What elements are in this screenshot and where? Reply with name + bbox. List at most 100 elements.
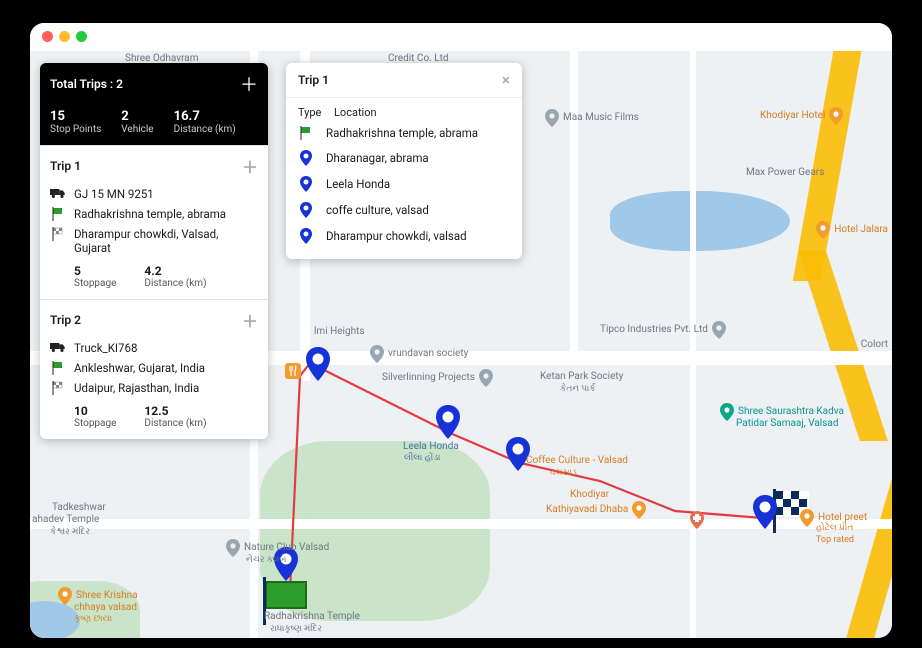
map-label: Leela Honda bbox=[403, 441, 459, 452]
start-flag-marker[interactable] bbox=[265, 581, 307, 609]
expand-trip-button[interactable]: ＋ bbox=[242, 308, 258, 332]
trip-vehicle: Truck_KI768 bbox=[74, 341, 137, 355]
map-label: lmi Heights bbox=[314, 326, 365, 337]
popup-col-location: Location bbox=[334, 106, 377, 119]
map-label: Colort bbox=[861, 339, 888, 350]
add-trip-button[interactable]: ＋ bbox=[240, 71, 258, 97]
trip-dist-label: Distance (km) bbox=[144, 418, 206, 429]
app-window: Shree Odhavram Credit Co. Ltd Maa Music … bbox=[30, 23, 892, 638]
vehicle-label: Vehicle bbox=[121, 124, 153, 135]
map-label: રાધાકૃષ્ણ મંદિર bbox=[270, 624, 322, 634]
map-poi[interactable]: vrundavan society bbox=[370, 345, 468, 363]
trip-dist-label: Distance (km) bbox=[144, 278, 206, 289]
flag-icon bbox=[50, 361, 66, 375]
road bbox=[690, 51, 696, 638]
flag-icon bbox=[298, 126, 314, 140]
map-poi[interactable]: Hotel Jalara bbox=[816, 221, 888, 239]
truck-icon bbox=[50, 341, 66, 353]
map-pin-dharampur[interactable] bbox=[752, 495, 778, 529]
map-label: Max Power Gears bbox=[746, 167, 824, 178]
summary-title: Total Trips : 2 bbox=[50, 77, 123, 91]
trip-start: Ankleshwar, Gujarat, India bbox=[74, 361, 205, 375]
popup-row[interactable]: Dharampur chowkdi, valsad bbox=[286, 223, 522, 249]
trips-summary-panel: Total Trips : 2 ＋ 15Stop Points 2Vehicle… bbox=[40, 63, 268, 439]
truck-icon bbox=[50, 187, 66, 199]
map-label: હોટેલ પ્રીત bbox=[816, 523, 853, 533]
popup-row-label: Dharampur chowkdi, valsad bbox=[326, 229, 467, 243]
map-label: કૃષ્ણ છાયા bbox=[74, 614, 112, 624]
map-canvas[interactable]: Shree Odhavram Credit Co. Ltd Maa Music … bbox=[30, 51, 892, 638]
map-label: Top rated bbox=[816, 535, 854, 545]
maximize-window-dot[interactable] bbox=[76, 31, 87, 42]
map-label: કેતન પાર્ક bbox=[560, 384, 596, 394]
trip-card-1[interactable]: Trip 1 ＋ GJ 15 MN 9251 Radhakrishna temp… bbox=[40, 145, 268, 299]
pin-icon bbox=[298, 150, 314, 166]
pin-icon bbox=[298, 228, 314, 244]
trip-stops-label: Stoppage bbox=[74, 418, 116, 429]
popup-row[interactable]: Dharanagar, abrama bbox=[286, 145, 522, 171]
popup-row-label: coffe culture, valsad bbox=[326, 203, 429, 217]
vehicle-value: 2 bbox=[121, 109, 153, 124]
popup-row[interactable]: coffe culture, valsad bbox=[286, 197, 522, 223]
trip-end: Udaipur, Rajasthan, India bbox=[74, 381, 199, 395]
distance-value: 16.7 bbox=[174, 109, 236, 124]
map-label: કેશ્વર મંદિર bbox=[50, 527, 90, 537]
trip-stops-value: 10 bbox=[74, 404, 116, 418]
trip-stops-label: Stoppage bbox=[74, 278, 116, 289]
water-body bbox=[610, 191, 790, 251]
popup-col-type: Type bbox=[298, 106, 322, 119]
map-label: Shree Odhavram bbox=[125, 53, 198, 64]
flag-icon bbox=[50, 207, 66, 221]
trip-detail-popup: Trip 1 × Type Location Radhakrishna temp… bbox=[286, 63, 522, 259]
map-label: chhaya valsad bbox=[74, 602, 137, 613]
restaurant-icon[interactable] bbox=[285, 363, 301, 379]
checkered-flag-icon bbox=[50, 227, 66, 241]
distance-label: Distance (km) bbox=[174, 124, 236, 135]
map-label: નેચર ક્લબ bbox=[246, 555, 287, 565]
trip-card-2[interactable]: Trip 2 ＋ Truck_KI768 Ankleshwar, Gujarat… bbox=[40, 299, 268, 439]
summary-stats: 15Stop Points 2Vehicle 16.7Distance (km) bbox=[40, 105, 268, 145]
popup-row-label: Dharanagar, abrama bbox=[326, 151, 429, 165]
map-label: Ketan Park Society bbox=[540, 371, 623, 382]
map-pin-leela-honda[interactable] bbox=[435, 405, 461, 439]
close-popup-button[interactable]: × bbox=[502, 71, 510, 89]
expand-trip-button[interactable]: ＋ bbox=[242, 154, 258, 178]
popup-row-label: Leela Honda bbox=[326, 177, 390, 191]
trip-vehicle: GJ 15 MN 9251 bbox=[74, 187, 154, 201]
map-label: લીલા હોંડા bbox=[404, 453, 440, 463]
map-poi-hospital[interactable] bbox=[690, 511, 704, 529]
stops-label: Stop Points bbox=[50, 124, 101, 135]
minimize-window-dot[interactable] bbox=[59, 31, 70, 42]
map-label: વલસાડ bbox=[550, 468, 577, 478]
stops-value: 15 bbox=[50, 109, 101, 124]
trip-title: Trip 1 bbox=[50, 159, 81, 173]
trip-dist-value: 4.2 bbox=[144, 264, 206, 278]
window-titlebar bbox=[30, 23, 892, 51]
trip-dist-value: 12.5 bbox=[144, 404, 206, 418]
map-poi[interactable]: Coffee Culture - Valsad bbox=[526, 455, 628, 466]
trip-stops-value: 5 bbox=[74, 264, 116, 278]
checkered-flag-icon bbox=[50, 381, 66, 395]
map-poi[interactable]: Silverlinning Projects bbox=[382, 369, 493, 387]
map-label: Radhakrishna Temple bbox=[264, 611, 360, 622]
map-poi[interactable]: Kathiyavadi Dhaba bbox=[546, 501, 646, 519]
highway-segment bbox=[793, 51, 863, 281]
map-poi[interactable]: Khodiyar bbox=[570, 489, 609, 500]
pin-icon bbox=[298, 202, 314, 218]
map-label: Patidar Samaaj, Valsad bbox=[736, 418, 838, 429]
popup-row-label: Radhakrishna temple, abrama bbox=[326, 126, 478, 140]
map-pin-dharanagar[interactable] bbox=[305, 347, 331, 381]
trip-start: Radhakrishna temple, abrama bbox=[74, 207, 226, 221]
popup-row[interactable]: Radhakrishna temple, abrama bbox=[286, 121, 522, 145]
pin-icon bbox=[298, 176, 314, 192]
popup-row[interactable]: Leela Honda bbox=[286, 171, 522, 197]
map-label: ahadev Temple bbox=[32, 514, 99, 525]
trip-title: Trip 2 bbox=[50, 313, 81, 327]
close-window-dot[interactable] bbox=[42, 31, 53, 42]
map-poi[interactable]: Tipco Industries Pvt. Ltd bbox=[600, 321, 726, 339]
trip-end: Dharampur chowkdi, Valsad, Gujarat bbox=[74, 227, 258, 255]
map-poi[interactable]: Khodiyar Hotel bbox=[760, 107, 843, 125]
road bbox=[570, 51, 578, 361]
summary-header: Total Trips : 2 ＋ bbox=[40, 63, 268, 105]
map-poi[interactable]: Maa Music Films bbox=[545, 109, 639, 127]
